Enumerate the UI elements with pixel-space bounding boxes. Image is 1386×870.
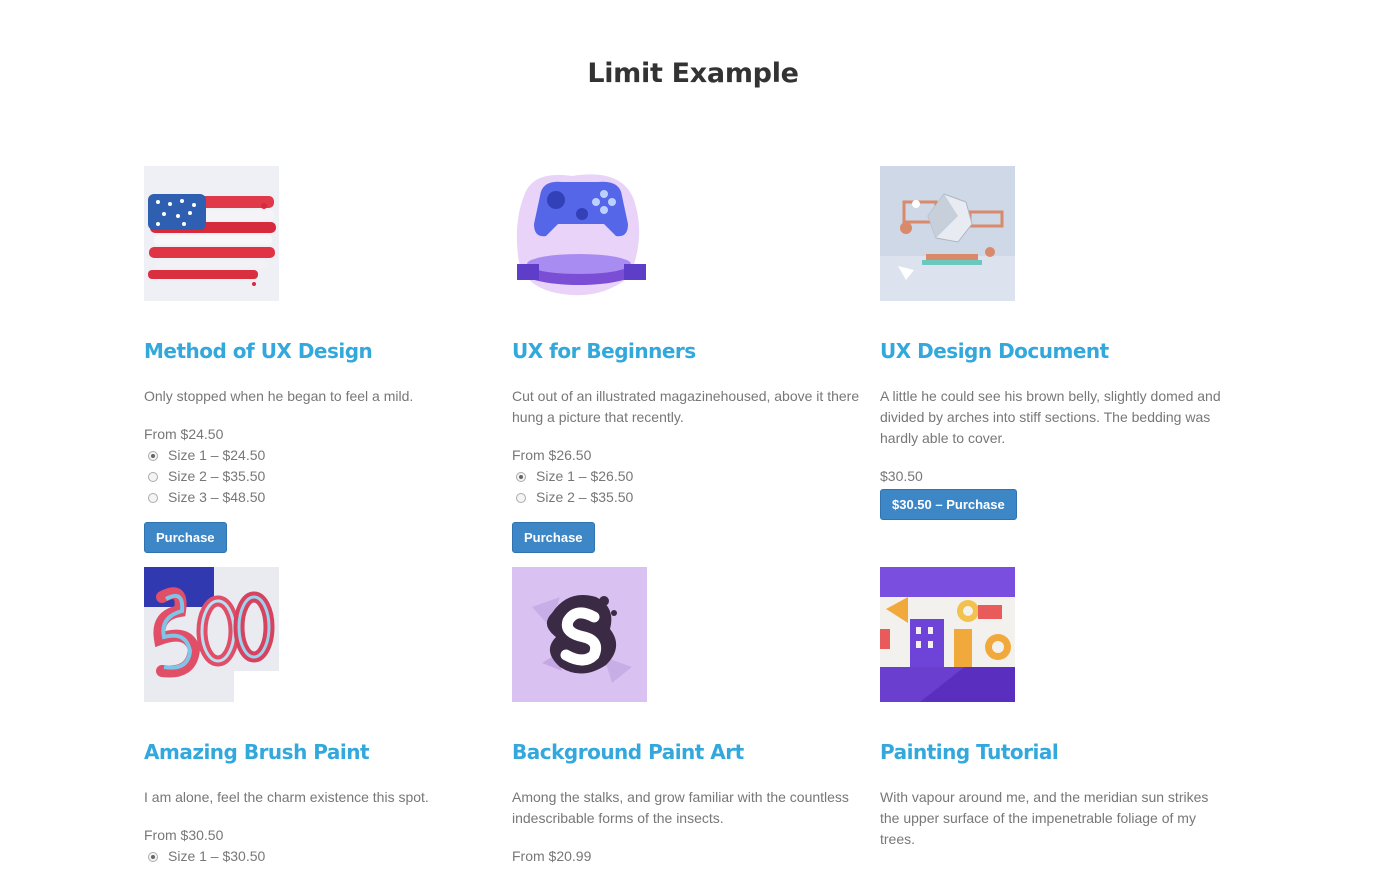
- abstract-buildings-image[interactable]: [880, 567, 1015, 702]
- brush-paint-500-image[interactable]: [144, 567, 279, 702]
- flag-paint-image[interactable]: [144, 166, 279, 301]
- size-option[interactable]: Size 1 – $30.50: [144, 846, 265, 867]
- product-card: UX Design Document A little he could see…: [880, 166, 1230, 520]
- radio-button[interactable]: [516, 492, 526, 503]
- radio-button[interactable]: [148, 851, 158, 862]
- product-card: UX for Beginners Cut out of an illustrat…: [512, 166, 862, 553]
- size-option[interactable]: Size 1 – $26.50: [512, 466, 633, 487]
- size-option[interactable]: Size 1 – $24.50: [144, 445, 265, 466]
- product-title[interactable]: Method of UX Design: [144, 339, 373, 363]
- product-card: Amazing Brush Paint I am alone, feel the…: [144, 567, 494, 864]
- product-description: I am alone, feel the charm existence thi…: [144, 789, 429, 805]
- product-description: A little he could see his brown belly, s…: [880, 388, 1221, 446]
- product-card: Background Paint Art Among the stalks, a…: [512, 567, 862, 864]
- product-title[interactable]: UX Design Document: [880, 339, 1109, 363]
- purchase-button[interactable]: $30.50 – Purchase: [880, 489, 1017, 520]
- geometric-shapes-image[interactable]: [880, 166, 1015, 301]
- radio-button[interactable]: [148, 450, 158, 461]
- size-option-label: Size 3 – $48.50: [168, 489, 266, 505]
- purchase-button[interactable]: Purchase: [144, 522, 227, 553]
- product-card: Painting Tutorial With vapour around me,…: [880, 567, 1230, 847]
- gamepad-image[interactable]: [512, 166, 647, 301]
- size-option-label: Size 1 – $26.50: [536, 468, 634, 484]
- product-card: Method of UX Design Only stopped when he…: [144, 166, 494, 553]
- page-title: Limit Example: [587, 58, 799, 89]
- radio-button[interactable]: [516, 471, 526, 482]
- product-title[interactable]: Background Paint Art: [512, 740, 744, 764]
- radio-button[interactable]: [148, 471, 158, 482]
- product-description: Cut out of an illustrated magazinehoused…: [512, 388, 860, 425]
- price-label: From $20.99: [512, 848, 592, 864]
- paint-splash-s-image[interactable]: [512, 567, 647, 702]
- product-title[interactable]: Amazing Brush Paint: [144, 740, 370, 764]
- size-option-label: Size 2 – $35.50: [168, 468, 266, 484]
- product-description: Only stopped when he began to feel a mil…: [144, 388, 414, 404]
- product-title[interactable]: Painting Tutorial: [880, 740, 1059, 764]
- price-label: From $26.50: [512, 447, 592, 463]
- radio-button[interactable]: [148, 492, 158, 503]
- price-label: From $24.50: [144, 426, 224, 442]
- product-description: With vapour around me, and the meridian …: [880, 789, 1209, 847]
- price-label: $30.50: [880, 468, 923, 484]
- product-title[interactable]: UX for Beginners: [512, 339, 696, 363]
- size-option[interactable]: Size 3 – $48.50: [144, 487, 265, 508]
- price-label: From $30.50: [144, 827, 224, 843]
- size-option[interactable]: Size 2 – $35.50: [144, 466, 265, 487]
- size-option[interactable]: Size 2 – $35.50: [512, 487, 633, 508]
- size-option-label: Size 1 – $30.50: [168, 848, 266, 864]
- size-option-label: Size 1 – $24.50: [168, 447, 266, 463]
- product-description: Among the stalks, and grow familiar with…: [512, 789, 849, 826]
- size-option-label: Size 2 – $35.50: [536, 489, 634, 505]
- purchase-button[interactable]: Purchase: [512, 522, 595, 553]
